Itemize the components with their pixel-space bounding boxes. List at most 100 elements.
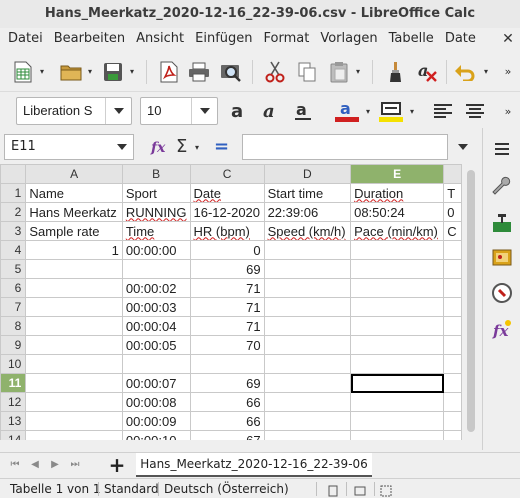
highlight-dropdown-icon[interactable]: ▾ <box>408 108 416 116</box>
open-dropdown-icon[interactable]: ▾ <box>86 68 94 76</box>
cell-b13[interactable]: 00:00:09 <box>121 411 191 431</box>
row-header-11[interactable]: 11 <box>0 373 27 393</box>
cell-e1[interactable]: Duration <box>350 183 445 203</box>
row-header-14[interactable]: 14 <box>0 430 27 440</box>
cell-a13[interactable] <box>25 411 123 431</box>
italic-button[interactable]: a <box>258 99 284 123</box>
cell-d13[interactable] <box>263 411 352 431</box>
add-sheet-button[interactable]: + <box>106 454 128 476</box>
page-style-status[interactable]: Standard <box>104 479 159 498</box>
column-header-d[interactable]: D <box>263 164 352 184</box>
cell-f1[interactable]: T <box>443 183 462 203</box>
cell-c13[interactable]: 66 <box>189 411 265 431</box>
save-dropdown-icon[interactable]: ▾ <box>128 68 136 76</box>
cell-a11[interactable] <box>25 373 123 393</box>
cell-f4[interactable] <box>443 240 462 260</box>
cell-d6[interactable] <box>263 278 352 298</box>
column-header-a[interactable]: A <box>25 164 123 184</box>
expand-formula-button[interactable] <box>450 134 476 160</box>
column-header-f[interactable] <box>443 164 462 184</box>
cell-d2[interactable]: 22:39:06 <box>263 202 352 222</box>
cell-a3[interactable]: Sample rate <box>25 221 123 241</box>
menu-datei[interactable]: Datei <box>0 28 46 50</box>
cell-e2[interactable]: 08:50:24 <box>350 202 445 222</box>
cell-c12[interactable]: 66 <box>189 392 265 412</box>
cell-b10[interactable] <box>121 354 191 374</box>
cell-c3[interactable]: HR (bpm) <box>189 221 265 241</box>
column-header-e[interactable]: E <box>350 164 445 184</box>
cell-e6[interactable] <box>350 278 445 298</box>
menu-einfuegen[interactable]: Einfügen <box>187 28 255 50</box>
bold-button[interactable]: a <box>226 99 252 123</box>
cell-d7[interactable] <box>263 297 352 317</box>
cell-f6[interactable] <box>443 278 462 298</box>
row-header-8[interactable]: 8 <box>0 316 27 336</box>
last-sheet-icon[interactable]: ⏭ <box>68 457 82 473</box>
cell-a2[interactable]: Hans Meerkatz <box>25 202 123 222</box>
cell-a7[interactable] <box>25 297 123 317</box>
cell-b9[interactable]: 00:00:05 <box>121 335 191 355</box>
font-color-button[interactable]: a <box>334 99 360 123</box>
sidebar-functions-button[interactable]: fx <box>489 316 515 342</box>
cell-e8[interactable] <box>350 316 445 336</box>
column-header-c[interactable]: C <box>189 164 265 184</box>
row-header-7[interactable]: 7 <box>0 297 27 317</box>
menu-daten[interactable]: Date <box>437 28 479 50</box>
row-header-10[interactable]: 10 <box>0 354 27 374</box>
cell-f5[interactable] <box>443 259 462 279</box>
new-dropdown-icon[interactable]: ▾ <box>38 68 46 76</box>
cell-b14[interactable]: 00:00:10 <box>121 430 191 440</box>
formula-input[interactable] <box>242 134 448 160</box>
row-header-2[interactable]: 2 <box>0 202 27 222</box>
name-box[interactable]: E11 <box>4 134 134 160</box>
open-button[interactable] <box>58 59 84 85</box>
cell-d1[interactable]: Start time <box>263 183 352 203</box>
menu-vorlagen[interactable]: Vorlagen <box>312 28 380 50</box>
cell-b1[interactable]: Sport <box>121 183 191 203</box>
cell-b5[interactable] <box>121 259 191 279</box>
cell-c6[interactable]: 71 <box>189 278 265 298</box>
align-left-button[interactable] <box>430 99 456 123</box>
cell-d14[interactable] <box>263 430 352 440</box>
spreadsheet-grid[interactable]: A B C D E 1 Name Sport Date Start time Durati… <box>0 164 462 440</box>
cell-c5[interactable]: 69 <box>189 259 265 279</box>
cell-b8[interactable]: 00:00:04 <box>121 316 191 336</box>
cell-f2[interactable]: 0 <box>443 202 462 222</box>
sheet-position-status[interactable]: Tabelle 1 von 1 <box>10 479 101 498</box>
cell-c8[interactable]: 71 <box>189 316 265 336</box>
menu-ansicht[interactable]: Ansicht <box>128 28 187 50</box>
sum-dropdown-icon[interactable]: ▾ <box>193 144 201 152</box>
cell-a4[interactable]: 1 <box>25 240 123 260</box>
column-header-b[interactable]: B <box>121 164 191 184</box>
cell-f9[interactable] <box>443 335 462 355</box>
row-header-1[interactable]: 1 <box>0 183 27 203</box>
cell-d3[interactable]: Speed (km/h) <box>263 221 352 241</box>
cell-a10[interactable] <box>25 354 123 374</box>
paste-dropdown-icon[interactable]: ▾ <box>354 68 362 76</box>
paste-button[interactable] <box>326 59 352 85</box>
cell-f8[interactable] <box>443 316 462 336</box>
cell-a14[interactable] <box>25 430 123 440</box>
selection-mode-icon[interactable] <box>380 483 392 498</box>
cell-a12[interactable] <box>25 392 123 412</box>
cell-d4[interactable] <box>263 240 352 260</box>
cell-e9[interactable] <box>350 335 445 355</box>
sidebar-menu-button[interactable] <box>489 136 515 162</box>
cell-c14[interactable]: 67 <box>189 430 265 440</box>
copy-button[interactable] <box>294 59 320 85</box>
cell-c11[interactable]: 69 <box>189 373 265 393</box>
cell-c9[interactable]: 70 <box>189 335 265 355</box>
cell-e14[interactable] <box>350 430 445 440</box>
row-header-9[interactable]: 9 <box>0 335 27 355</box>
cell-e11[interactable] <box>350 373 445 393</box>
chevron-down-icon[interactable] <box>191 98 217 124</box>
cell-a5[interactable] <box>25 259 123 279</box>
cell-f7[interactable] <box>443 297 462 317</box>
cell-e13[interactable] <box>350 411 445 431</box>
clone-formatting-button[interactable] <box>382 59 408 85</box>
font-color-dropdown-icon[interactable]: ▾ <box>364 108 372 116</box>
sidebar-navigator-button[interactable] <box>489 280 515 306</box>
select-all-corner[interactable] <box>0 164 27 184</box>
next-sheet-icon[interactable]: ▶ <box>48 457 62 473</box>
cell-f14[interactable] <box>443 430 462 440</box>
